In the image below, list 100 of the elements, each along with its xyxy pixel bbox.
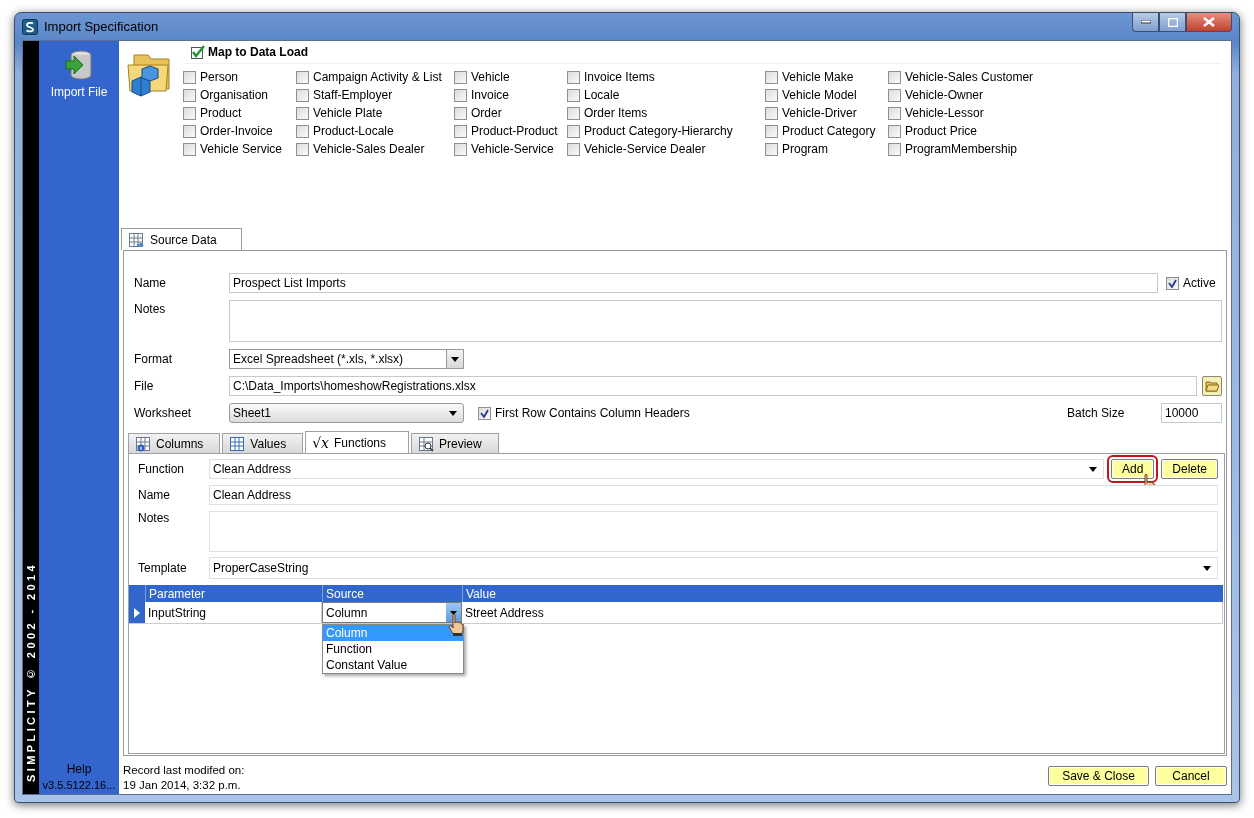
function-name-field[interactable]: Clean Address xyxy=(209,485,1218,505)
save-close-button[interactable]: Save & Close xyxy=(1048,766,1149,786)
version-text: v3.5.5122.16... xyxy=(42,778,116,793)
close-button[interactable] xyxy=(1186,13,1232,32)
delete-button[interactable]: Delete xyxy=(1161,459,1218,479)
worksheet-dropdown[interactable]: Sheet1 xyxy=(229,403,464,423)
inner-tab[interactable]: √x Functions xyxy=(305,431,410,453)
dropdown-option[interactable]: Constant Value xyxy=(323,657,463,673)
column-header[interactable]: Parameter xyxy=(145,585,322,602)
notes-field[interactable] xyxy=(229,300,1222,342)
table-cell: Street Address xyxy=(462,602,1223,623)
table-magnifier-icon xyxy=(418,435,435,452)
entity-checkbox[interactable]: Product-Locale xyxy=(296,122,454,140)
entity-checkbox[interactable]: Program xyxy=(765,140,888,158)
field-label: Format xyxy=(133,352,173,366)
entity-checkbox[interactable]: Vehicle-Sales Customer xyxy=(888,68,1068,86)
table-cell: InputString xyxy=(145,602,322,623)
entity-checkbox[interactable]: Campaign Activity & List xyxy=(296,68,454,86)
import-file-button[interactable]: Import File xyxy=(50,49,108,99)
entity-checkbox[interactable]: Product Category-Hierarchy xyxy=(567,122,765,140)
column-header[interactable]: Value xyxy=(462,585,1223,602)
entity-checkbox[interactable]: Order xyxy=(454,104,567,122)
hand-pointer-icon xyxy=(448,613,464,637)
table-icon xyxy=(128,231,144,248)
entity-checkbox[interactable]: Vehicle-Lessor xyxy=(888,104,1068,122)
caret-icon xyxy=(449,410,457,416)
close-icon xyxy=(1203,17,1215,27)
entity-checkbox[interactable]: Order-Invoice xyxy=(183,122,296,140)
field-label: File xyxy=(133,379,155,393)
entity-checkbox[interactable]: Vehicle Make xyxy=(765,68,888,86)
entity-checkbox[interactable]: Invoice Items xyxy=(567,68,765,86)
caret-icon xyxy=(451,356,459,362)
checkmark-icon xyxy=(1168,278,1177,288)
triangle-icon xyxy=(134,607,140,618)
maximize-button[interactable] xyxy=(1159,13,1186,32)
function-notes-field[interactable] xyxy=(209,511,1218,552)
folder-icon xyxy=(1205,380,1219,392)
entity-checkbox[interactable]: Vehicle-Service Dealer xyxy=(567,140,765,158)
browse-folder-button[interactable] xyxy=(1202,376,1222,396)
field-label: Worksheet xyxy=(133,406,193,420)
batch-size-field[interactable]: 10000 xyxy=(1161,403,1222,423)
entity-checkbox[interactable]: Vehicle-Sales Dealer xyxy=(296,140,454,158)
field-label: Batch Size xyxy=(1067,406,1126,420)
inner-tab[interactable]: Values xyxy=(222,433,304,453)
inner-tab[interactable]: Preview xyxy=(411,433,499,453)
format-dropdown[interactable]: Excel Spreadsheet (*.xls, *.xlsx) xyxy=(229,349,464,369)
source-data-tab[interactable]: Source Data xyxy=(121,228,242,250)
caret-icon xyxy=(1088,466,1097,472)
table-icon xyxy=(229,435,246,452)
entity-checkbox[interactable]: Vehicle Model xyxy=(765,86,888,104)
app-icon xyxy=(22,18,38,35)
entity-checkbox[interactable]: ProgramMembership xyxy=(888,140,1068,158)
entity-checkbox[interactable]: Order Items xyxy=(567,104,765,122)
cancel-button[interactable]: Cancel xyxy=(1155,766,1227,786)
entity-checkbox[interactable]: Vehicle-Owner xyxy=(888,86,1068,104)
entity-checkbox[interactable]: Product Price xyxy=(888,122,1068,140)
field-label: Function xyxy=(137,462,186,476)
entity-checkbox[interactable]: Staff-Employer xyxy=(296,86,454,104)
field-label: Name xyxy=(137,488,171,502)
field-label: Name xyxy=(133,276,167,290)
checkmark-icon xyxy=(480,408,489,418)
column-header[interactable]: Source xyxy=(322,585,462,602)
name-field[interactable]: Prospect List Imports xyxy=(229,273,1158,293)
dropdown-option[interactable]: Function xyxy=(323,641,463,657)
caret-icon xyxy=(450,610,457,615)
field-label: Notes xyxy=(137,511,171,525)
entity-checkbox[interactable]: Invoice xyxy=(454,86,567,104)
function-dropdown[interactable]: Clean Address xyxy=(209,459,1104,479)
section-title: Map to Data Load xyxy=(208,45,308,59)
field-label: Notes xyxy=(133,301,167,316)
table-info-icon xyxy=(135,435,151,452)
window-title: Import Specification xyxy=(44,19,159,34)
entity-checkbox[interactable]: Product xyxy=(183,104,296,122)
active-checkbox[interactable]: Active xyxy=(1166,274,1222,292)
minimize-icon xyxy=(1140,20,1151,24)
minimize-button[interactable] xyxy=(1132,13,1159,32)
database-arrow-icon xyxy=(64,49,94,81)
entity-checkbox[interactable]: Product-Product xyxy=(454,122,567,140)
entity-checkbox[interactable]: Vehicle xyxy=(454,68,567,86)
first-row-headers-checkbox[interactable]: First Row Contains Column Headers xyxy=(478,404,690,422)
entity-checkbox[interactable]: Organisation xyxy=(183,86,296,104)
cell-dropdown[interactable]: Column xyxy=(322,602,462,623)
copyright-text: SIMPLICITY © 2002 - 2014 xyxy=(25,562,37,782)
entity-checkbox[interactable]: Vehicle Service xyxy=(183,140,296,158)
entity-checkbox[interactable]: Product Category xyxy=(765,122,888,140)
entity-checkbox[interactable]: Vehicle Plate xyxy=(296,104,454,122)
inner-tab[interactable]: Columns xyxy=(128,433,221,453)
checkmark-icon xyxy=(191,45,205,59)
template-dropdown[interactable]: ProperCaseString xyxy=(209,557,1218,579)
entity-checkbox[interactable]: Person xyxy=(183,68,296,86)
field-label: Template xyxy=(137,561,188,575)
entity-checkbox[interactable]: Locale xyxy=(567,86,765,104)
row-selector[interactable] xyxy=(129,602,145,623)
maximize-icon xyxy=(1167,17,1178,27)
entity-checkbox[interactable]: Vehicle-Driver xyxy=(765,104,888,122)
entity-checkbox[interactable]: Vehicle-Service xyxy=(454,140,567,158)
help-link[interactable]: Help xyxy=(66,762,92,777)
caret-icon xyxy=(1203,565,1211,571)
status-label: Record last modifed on: xyxy=(123,763,245,778)
file-path-field[interactable]: C:\Data_Imports\homeshowRegistrations.xlsx xyxy=(229,376,1197,396)
